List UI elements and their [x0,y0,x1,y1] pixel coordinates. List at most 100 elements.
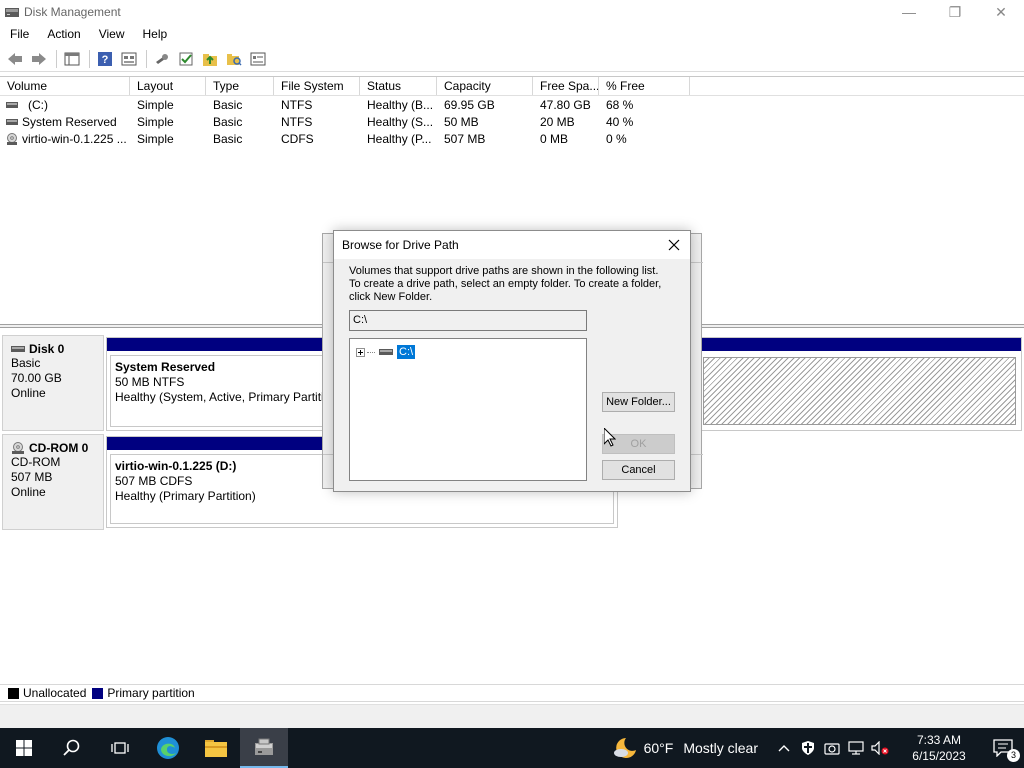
forward-arrow-icon [32,52,46,65]
properties-button[interactable] [118,48,140,70]
legend-primary: Primary partition [107,686,195,700]
dialog-close-button[interactable] [664,235,684,255]
windows-logo-icon [16,740,32,756]
volume-percent-free: 40 % [606,114,634,129]
show-hide-console-tree-button[interactable] [61,48,83,70]
column-percent-free[interactable]: % Free [599,77,690,95]
status-bar [0,704,1024,728]
svg-text:?: ? [102,54,109,66]
column-file-system[interactable]: File System [274,77,360,95]
network-tray-button[interactable] [844,728,868,768]
weather-temperature: 60°F [643,740,674,756]
chevron-up-icon [778,745,790,752]
volume-type: Basic [213,114,243,129]
menu-action[interactable]: Action [37,27,88,41]
volume-tray-button[interactable] [868,728,892,768]
disk-state: Online [11,485,46,499]
volume-file-system: NTFS [281,114,313,129]
folder-search-icon [227,53,242,66]
legend-unallocated: Unallocated [23,686,87,700]
primary-partition-bar [107,338,335,351]
back-button[interactable] [4,48,26,70]
volume-name: System Reserved [22,114,117,129]
connect-button[interactable] [151,48,173,70]
partition-system-reserved[interactable]: System Reserved 50 MB NTFS Healthy (Syst… [106,337,336,431]
browse-drive-path-dialog: Browse for Drive Path Volumes that suppo… [333,230,691,492]
search-icon [63,739,80,756]
new-folder-button[interactable]: New Folder... [602,392,675,412]
folder-tree[interactable]: C:\ [349,338,587,481]
partition-name: System Reserved [115,360,216,374]
volume-status: Healthy (B... [367,97,434,112]
security-tray-button[interactable] [796,728,820,768]
minimize-button[interactable]: — [886,0,932,24]
clock-date: 6/15/2023 [912,749,966,763]
table-row[interactable]: virtio-win-0.1.225 ... Simple Basic CDFS… [0,130,1024,147]
unallocated-swatch [8,687,19,699]
help-button[interactable]: ? [94,48,116,70]
notification-badge: 3 [1007,749,1020,762]
task-view-button[interactable] [96,728,144,768]
volume-capacity: 507 MB [444,131,486,146]
column-layout[interactable]: Layout [130,77,206,95]
table-row[interactable]: System Reserved Simple Basic NTFS Health… [0,113,1024,130]
volume-layout: Simple [137,97,174,112]
weather-widget[interactable]: 60°F Mostly clear [612,736,758,760]
console-tree-icon [64,52,80,65]
network-icon [848,741,864,755]
clock[interactable]: 7:33 AM 6/15/2023 [896,732,982,764]
selected-partition-area [703,357,1016,425]
camera-tray-button[interactable] [820,728,844,768]
start-button[interactable] [0,728,48,768]
up-folder-button[interactable] [199,48,221,70]
column-status[interactable]: Status [360,77,437,95]
search-folder-button[interactable] [223,48,245,70]
volume-name: (C:) [28,97,48,112]
table-row[interactable]: (C:) Simple Basic NTFS Healthy (B... 69.… [0,96,1024,113]
disk-name: Disk 0 [29,342,65,356]
close-icon [668,239,680,251]
list-view-icon [250,52,266,65]
close-button[interactable]: ✕ [978,0,1024,24]
cdrom-0-label[interactable]: CD-ROM 0 CD-ROM 507 MB Online [2,434,104,530]
menu-help[interactable]: Help [133,27,176,41]
disk-icon [11,346,25,352]
notification-center-button[interactable]: 3 [982,728,1024,768]
partition-size: 50 MB NTFS [115,375,185,389]
column-capacity[interactable]: Capacity [437,77,533,95]
primary-swatch [92,687,104,699]
menu-file[interactable]: File [0,27,37,41]
column-free-space[interactable]: Free Spa... [533,77,599,95]
restore-button[interactable]: ❐ [932,0,978,24]
cancel-button[interactable]: Cancel [602,460,675,480]
speaker-muted-icon [871,741,889,755]
mouse-cursor-icon [603,426,617,450]
cdrom-icon [7,132,17,145]
file-explorer-taskbar-button[interactable] [192,728,240,768]
column-type[interactable]: Type [206,77,274,95]
view-list-button[interactable] [247,48,269,70]
disk-type: CD-ROM [11,455,61,469]
drive-path-field: C:\ [349,310,587,331]
column-volume[interactable]: Volume [0,77,130,95]
disk-management-taskbar-button[interactable] [240,728,288,768]
toolbar: ? [0,46,1024,72]
check-button[interactable] [175,48,197,70]
volume-percent-free: 68 % [606,97,634,112]
disk-0-label[interactable]: Disk 0 Basic 70.00 GB Online [2,335,104,431]
forward-button[interactable] [28,48,50,70]
tree-item-c[interactable]: C:\ [356,344,416,360]
edge-taskbar-button[interactable] [144,728,192,768]
volume-capacity: 50 MB [444,114,479,129]
folder-icon [205,740,227,757]
volume-name: virtio-win-0.1.225 ... [22,131,127,146]
drive-icon [6,101,18,108]
disk-type: Basic [11,356,41,370]
menu-view[interactable]: View [89,27,133,41]
search-button[interactable] [48,728,96,768]
expand-icon[interactable] [356,347,365,357]
weather-condition: Mostly clear [683,740,758,756]
volume-layout: Simple [137,131,174,146]
show-hidden-icons-button[interactable] [772,728,796,768]
volume-percent-free: 0 % [606,131,627,146]
